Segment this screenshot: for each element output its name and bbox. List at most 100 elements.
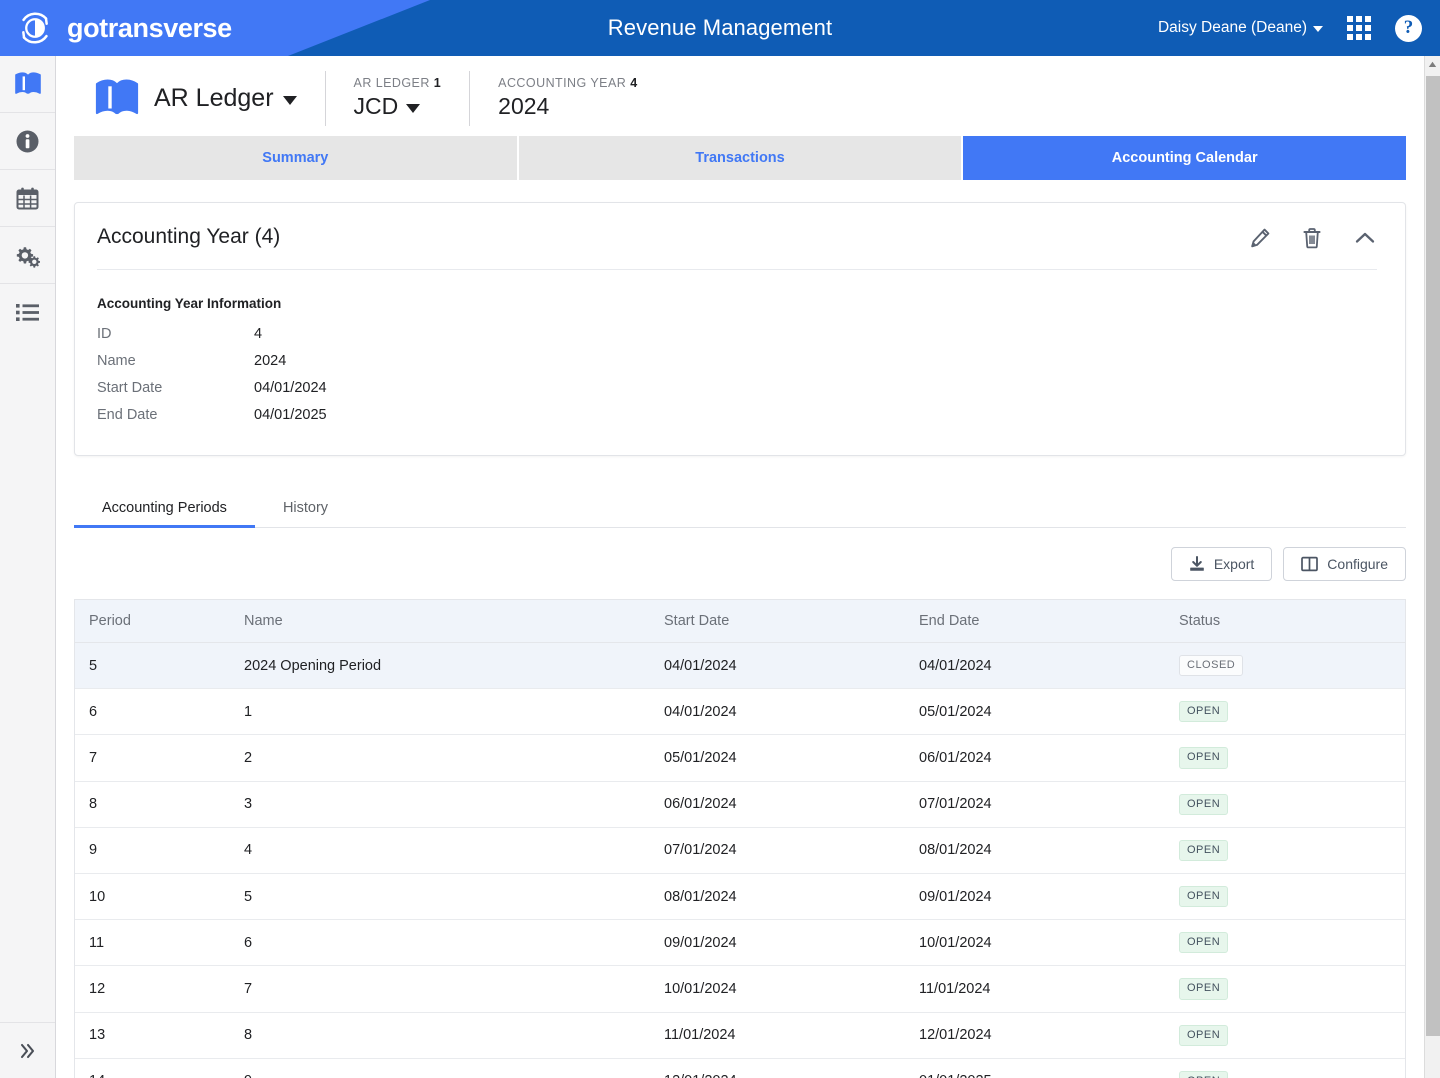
- accounting-year-block: ACCOUNTING YEAR 4 2024: [470, 76, 665, 120]
- table-row[interactable]: 5 2024 Opening Period 04/01/2024 04/01/2024…: [75, 642, 1405, 690]
- ar-ledger-caption: AR LEDGER 1: [353, 76, 442, 90]
- sidebar-item-settings[interactable]: [0, 227, 55, 284]
- accounting-periods-table: Period Name Start Date End Date Status 5…: [74, 599, 1406, 1078]
- cell-period: 5: [75, 642, 230, 690]
- column-header-status[interactable]: Status: [1165, 600, 1405, 643]
- column-header-start-date[interactable]: Start Date: [650, 600, 905, 643]
- cell-period: 11: [75, 919, 230, 967]
- cell-name: 5: [230, 873, 650, 921]
- subtab-accounting-periods[interactable]: Accounting Periods: [74, 500, 255, 528]
- cell-end-date: 06/01/2024: [905, 734, 1165, 782]
- sidebar-item-calendar[interactable]: [0, 170, 55, 227]
- cell-period: 13: [75, 1012, 230, 1059]
- table-row[interactable]: 7 2 05/01/2024 06/01/2024 OPEN: [75, 734, 1405, 782]
- trash-delete-icon[interactable]: [1302, 227, 1322, 249]
- pencil-edit-icon[interactable]: [1249, 227, 1271, 249]
- ledger-selector[interactable]: AR Ledger: [94, 77, 325, 119]
- scroll-up-arrow-icon[interactable]: [1425, 56, 1440, 73]
- info-circle-icon: [16, 130, 39, 152]
- export-button[interactable]: Export: [1170, 547, 1273, 581]
- field-label: ID: [97, 326, 112, 342]
- user-menu[interactable]: Daisy Deane (Deane): [1158, 19, 1323, 37]
- cell-period: 6: [75, 688, 230, 736]
- field-name: Name 2024: [97, 348, 1377, 375]
- list-icon: [16, 304, 39, 321]
- chevron-down-icon: [406, 104, 421, 113]
- cell-name: 2: [230, 734, 650, 782]
- accounting-year-count: 4: [630, 76, 638, 90]
- ar-ledger-selector[interactable]: JCD: [354, 93, 442, 120]
- ar-ledger-block: AR LEDGER 1 JCD: [326, 76, 470, 120]
- top-header-bar: gotransverse Revenue Management Daisy De…: [0, 0, 1440, 56]
- table-row[interactable]: 12 7 10/01/2024 11/01/2024 OPEN: [75, 965, 1405, 1013]
- table-toolbar: Export Configure: [74, 547, 1406, 581]
- accounting-year-caption: ACCOUNTING YEAR 4: [498, 76, 638, 90]
- status-badge: OPEN: [1179, 978, 1229, 1000]
- table-row[interactable]: 9 4 07/01/2024 08/01/2024 OPEN: [75, 827, 1405, 874]
- ar-ledger-value: JCD: [353, 93, 399, 119]
- chevron-double-right-icon: [20, 1043, 34, 1058]
- ledger-context-bar: AR Ledger AR LEDGER 1 JCD ACCOUNTING YEA…: [56, 56, 1424, 136]
- subtab-history[interactable]: History: [255, 500, 356, 527]
- cell-start-date: 10/01/2024: [650, 965, 905, 1013]
- card-actions: [1249, 225, 1377, 249]
- sidebar-item-ledger[interactable]: [0, 56, 55, 113]
- chevron-up-icon[interactable]: [1353, 229, 1377, 247]
- cell-start-date: 12/01/2024: [650, 1058, 905, 1078]
- cell-status: OPEN: [1165, 919, 1405, 967]
- cell-start-date: 09/01/2024: [650, 919, 905, 967]
- column-header-name[interactable]: Name: [230, 600, 650, 643]
- brand-name: gotransverse: [67, 12, 232, 43]
- sidebar-item-list[interactable]: [0, 284, 55, 341]
- help-circle-icon[interactable]: ?: [1395, 14, 1422, 42]
- cell-status: OPEN: [1165, 1012, 1405, 1059]
- table-row[interactable]: 11 6 09/01/2024 10/01/2024 OPEN: [75, 919, 1405, 967]
- columns-configure-icon: [1301, 556, 1319, 572]
- cell-name: 7: [230, 965, 650, 1013]
- calendar-icon: [16, 187, 39, 209]
- grid-apps-icon[interactable]: [1347, 16, 1371, 40]
- tab-transactions[interactable]: Transactions: [518, 136, 964, 180]
- table-row[interactable]: 6 1 04/01/2024 05/01/2024 OPEN: [75, 688, 1405, 736]
- accounting-year-card: Accounting Year (4) Accounting Year Info…: [74, 202, 1406, 456]
- cell-status: OPEN: [1165, 965, 1405, 1013]
- sidebar-item-info[interactable]: [0, 113, 55, 170]
- cell-end-date: 11/01/2024: [905, 965, 1165, 1013]
- table-row[interactable]: 10 5 08/01/2024 09/01/2024 OPEN: [75, 873, 1405, 921]
- main-content: AR Ledger AR LEDGER 1 JCD ACCOUNTING YEA…: [56, 56, 1424, 1078]
- scrollbar-thumb[interactable]: [1426, 76, 1440, 1036]
- cell-status: CLOSED: [1165, 642, 1405, 690]
- table-row[interactable]: 14912/01/202401/01/2025 OPEN: [75, 1058, 1405, 1078]
- gotransverse-logo-icon: [22, 12, 48, 44]
- cell-status: OPEN: [1165, 734, 1405, 782]
- vertical-scrollbar[interactable]: [1424, 56, 1440, 1078]
- status-badge: OPEN: [1179, 701, 1229, 723]
- cell-end-date: 05/01/2024: [905, 688, 1165, 736]
- column-header-end-date[interactable]: End Date: [905, 600, 1165, 643]
- sidebar-expand-button[interactable]: [0, 1022, 55, 1078]
- cell-start-date: 04/01/2024: [650, 688, 905, 736]
- cell-start-date: 06/01/2024: [650, 781, 905, 828]
- tab-accounting-calendar[interactable]: Accounting Calendar: [963, 136, 1407, 180]
- status-badge: CLOSED: [1179, 655, 1244, 677]
- cell-period: 12: [75, 965, 230, 1013]
- column-header-period[interactable]: Period: [75, 600, 230, 643]
- cell-end-date: 08/01/2024: [905, 827, 1165, 874]
- card-header: Accounting Year (4): [97, 225, 1377, 270]
- tab-summary[interactable]: Summary: [74, 136, 519, 180]
- cell-name: 2024 Opening Period: [230, 642, 650, 690]
- status-badge: OPEN: [1179, 1024, 1229, 1046]
- field-end-date: End Date 04/01/2025: [97, 402, 1377, 429]
- configure-button[interactable]: Configure: [1283, 547, 1406, 581]
- card-title: Accounting Year (4): [97, 225, 281, 248]
- cell-period: 7: [75, 734, 230, 782]
- field-label: End Date: [97, 407, 158, 423]
- cell-end-date: 10/01/2024: [905, 919, 1165, 967]
- field-value: 4: [254, 326, 263, 342]
- cell-status: OPEN: [1165, 827, 1405, 874]
- main-tabs: Summary Transactions Accounting Calendar: [74, 136, 1407, 180]
- table-row[interactable]: 13 8 11/01/2024 12/01/2024 OPEN: [75, 1012, 1405, 1059]
- brand-logo[interactable]: gotransverse: [14, 6, 232, 50]
- cell-name: 4: [230, 827, 650, 874]
- table-row[interactable]: 8 3 06/01/2024 07/01/2024 OPEN: [75, 781, 1405, 828]
